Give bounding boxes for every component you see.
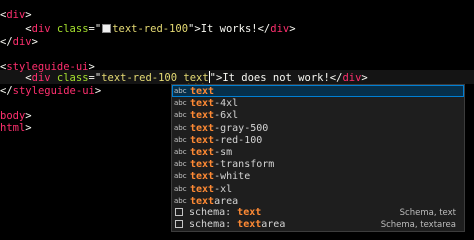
snippet-kind-icon: [175, 207, 183, 216]
word-kind-icon: abc: [174, 87, 187, 95]
word-kind-icon: abc: [174, 111, 187, 120]
word-kind-icon: abc: [174, 147, 187, 156]
word-kind-icon: abc: [174, 135, 187, 144]
suggestion-item[interactable]: abc text: [172, 85, 464, 98]
attribute-name: class: [50, 23, 89, 35]
suggestion-item[interactable]: schema: text Schema, text: [172, 207, 464, 219]
code-line-10[interactable]: html>: [0, 121, 32, 135]
suggestion-match-highlight: text: [237, 219, 262, 231]
code-line-6[interactable]: <div class="text-red-100 text">It does n…: [0, 71, 368, 85]
suggestion-label-rest: area: [261, 219, 286, 231]
suggestion-item[interactable]: abc text-red-100: [172, 134, 464, 146]
suggestion-match-highlight: text: [190, 195, 215, 207]
suggestion-label-rest: area: [214, 195, 239, 207]
code-line-1[interactable]: <div>: [0, 8, 32, 22]
tag-name: styleguide-ui: [12, 85, 95, 97]
suggestion-item[interactable]: abc text-gray-500: [172, 122, 464, 134]
word-kind-icon: abc: [174, 99, 187, 108]
code-line-3[interactable]: </div>: [0, 35, 38, 49]
suggestion-label-rest: -gray-500: [214, 122, 269, 134]
suggestion-match-highlight: text: [190, 86, 215, 97]
punctuation: >: [361, 72, 368, 84]
text-content: It works!: [200, 23, 258, 35]
suggestion-item[interactable]: abc text-white: [172, 170, 464, 182]
suggestion-match-highlight: text: [190, 159, 215, 171]
suggestion-label-rest: -xl: [214, 183, 233, 195]
suggestion-item[interactable]: abc textarea: [172, 195, 464, 207]
punctuation: ">: [209, 72, 223, 84]
suggestion-match-highlight: text: [190, 122, 215, 134]
suggestion-label-rest: -white: [214, 171, 251, 183]
suggestion-item[interactable]: abc text-xl: [172, 183, 464, 195]
suggestion-match-highlight: text: [190, 183, 215, 195]
suggestion-item[interactable]: abc text-6xl: [172, 109, 464, 121]
punctuation: =": [88, 72, 102, 84]
suggestion-match-highlight: text: [190, 146, 215, 158]
suggestion-match-highlight: text: [237, 206, 262, 218]
punctuation: </: [257, 23, 271, 35]
suggestion-match-highlight: text: [190, 134, 215, 146]
suggestion-match-highlight: text: [190, 171, 215, 183]
word-kind-icon: abc: [174, 123, 187, 132]
punctuation: >: [31, 36, 38, 48]
word-kind-icon: abc: [174, 196, 187, 205]
code-line-7[interactable]: </styleguide-ui>: [0, 84, 101, 98]
suggestion-item[interactable]: schema: textarea Schema, textarea: [172, 219, 464, 231]
punctuation: >: [25, 9, 32, 21]
tag-name: div: [6, 9, 26, 21]
tag-name: div: [12, 36, 32, 48]
attribute-name: class: [50, 72, 89, 84]
suggestion-match-highlight: text: [190, 98, 215, 110]
suggestion-detail: Schema, text: [399, 207, 456, 218]
text-content: It does not work!: [222, 72, 330, 84]
punctuation: >: [94, 85, 102, 97]
suggestion-label-rest: -sm: [214, 146, 233, 158]
suggestion-match-highlight: text: [190, 110, 215, 122]
suggestion-label-rest: -transform: [214, 159, 275, 171]
punctuation: >: [289, 23, 296, 35]
punctuation: </: [329, 72, 343, 84]
suggestion-item[interactable]: abc text-transform: [172, 158, 464, 170]
suggestion-prefix: schema:: [189, 206, 238, 218]
suggestion-label-rest: -4xl: [214, 98, 239, 110]
word-kind-icon: abc: [174, 160, 187, 169]
attribute-value: text-red-100: [101, 72, 184, 84]
tag-name: div: [270, 23, 290, 35]
tag-name: div: [31, 23, 51, 35]
tag-name: html: [0, 122, 26, 134]
suggestion-detail: Schema, textarea: [380, 220, 456, 231]
autocomplete-suggest-widget[interactable]: abc text abc text-4xl abc text-6xl abc text-gra…: [171, 84, 465, 232]
color-swatch-icon: [102, 24, 112, 33]
punctuation: >: [25, 122, 32, 134]
punctuation: ">: [188, 23, 201, 35]
suggestion-item[interactable]: abc text-4xl: [172, 97, 464, 109]
tag-name: div: [31, 72, 51, 84]
suggestion-label-rest: -6xl: [214, 110, 239, 122]
suggestion-prefix: schema:: [189, 219, 238, 231]
snippet-kind-icon: [175, 220, 183, 229]
tag-name: div: [342, 72, 362, 84]
attribute-value: text-red-100: [112, 23, 189, 35]
attribute-value-partial: text: [183, 72, 209, 84]
code-line-2[interactable]: <div class=" text-red-100">It works!</div…: [0, 22, 296, 36]
word-kind-icon: abc: [174, 184, 187, 193]
suggestion-label-rest: -red-100: [214, 134, 263, 146]
punctuation: =": [88, 23, 102, 35]
suggestion-item[interactable]: abc text-sm: [172, 146, 464, 158]
punctuation: </: [0, 85, 13, 97]
punctuation: </: [0, 36, 13, 48]
word-kind-icon: abc: [174, 172, 187, 181]
